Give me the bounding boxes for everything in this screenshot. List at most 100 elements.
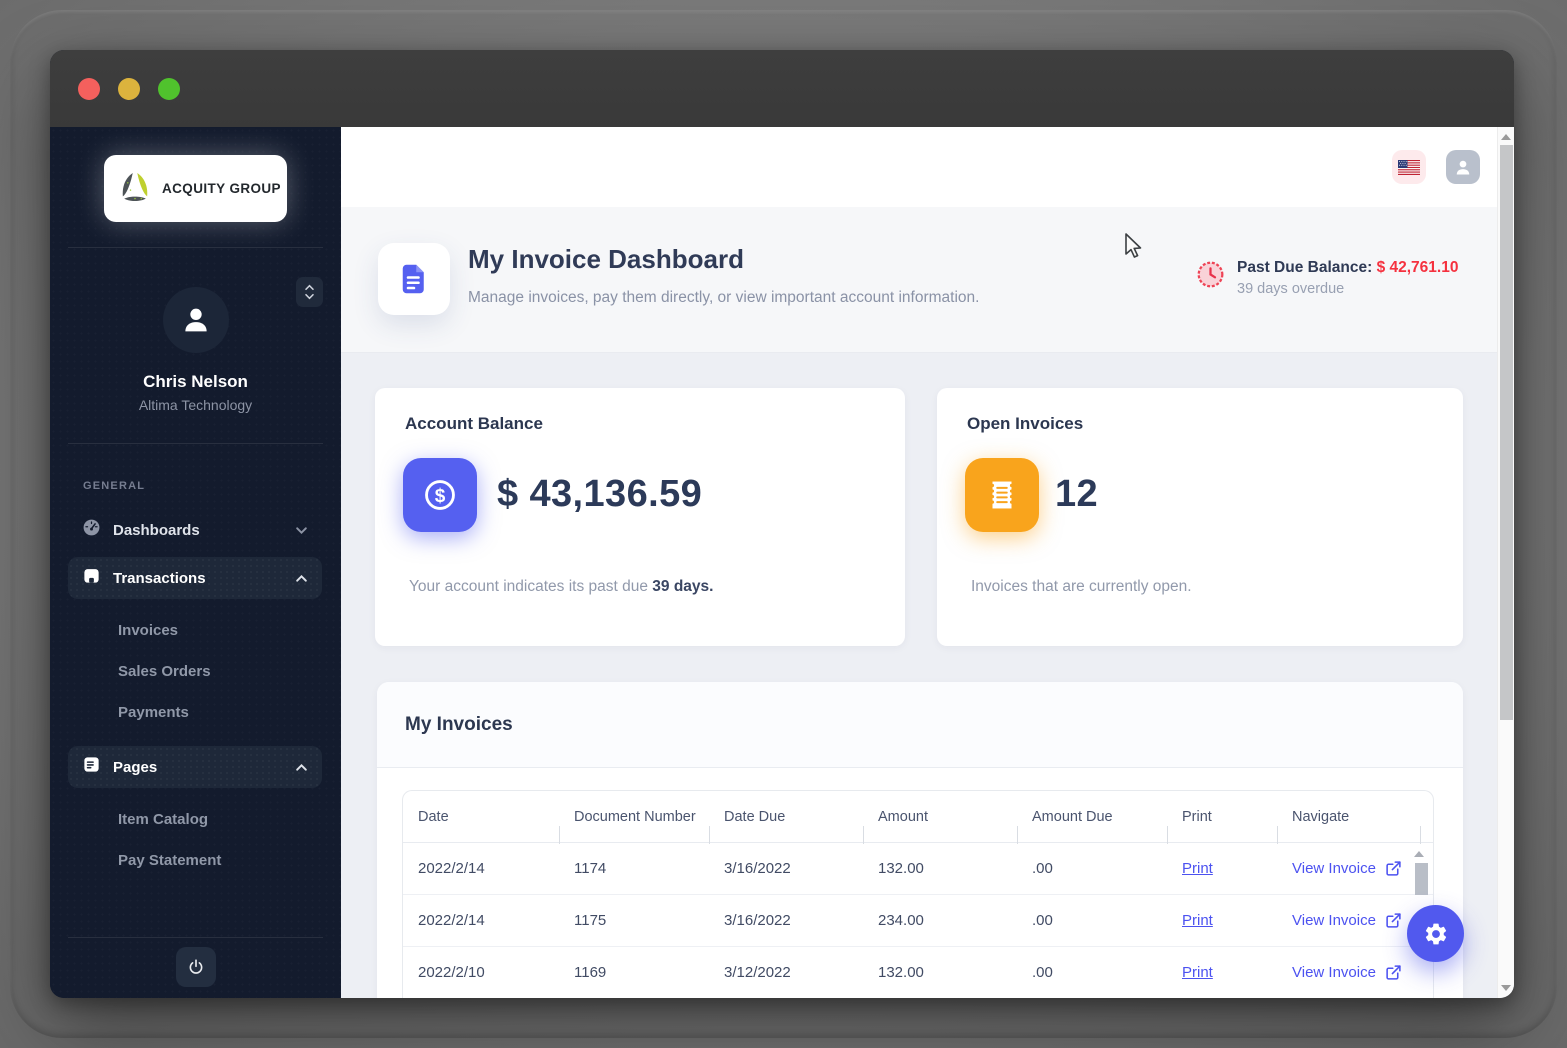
chevron-down-icon — [305, 293, 314, 300]
chevron-up-icon — [305, 284, 314, 291]
column-header-date-due[interactable]: Date Due — [709, 809, 863, 844]
page-title: My Invoice Dashboard — [468, 244, 744, 274]
scrollbar-up-arrow[interactable] — [1501, 134, 1511, 140]
open-invoices-card: Open Invoices 12 Invoices that are curre… — [937, 388, 1463, 646]
past-due-balance: Past Due Balance: $ 42,761.10 39 days ov… — [1197, 259, 1458, 297]
sidebar-divider — [68, 247, 323, 248]
card-title: Account Balance — [405, 414, 543, 433]
cell-amount-due: .00 — [1032, 964, 1053, 981]
my-invoices-panel: My Invoices Date Document Number Date Du… — [377, 682, 1463, 998]
page-subtitle: Manage invoices, pay them directly, or v… — [468, 289, 980, 306]
column-header-amount-due[interactable]: Amount Due — [1017, 809, 1167, 844]
invoices-table: Date Document Number Date Due Amount Amo… — [402, 790, 1434, 998]
sidebar-item-pay-statement[interactable]: Pay Statement — [118, 840, 221, 880]
table-scrollbar-thumb[interactable] — [1415, 863, 1428, 895]
person-icon — [185, 308, 207, 332]
minimize-window-button[interactable] — [118, 77, 140, 100]
cell-document-number: 1175 — [574, 912, 607, 929]
cell-amount-due: .00 — [1032, 860, 1053, 877]
page-scrollbar — [1497, 127, 1514, 998]
pages-list-icon — [82, 755, 101, 779]
cell-document-number: 1169 — [574, 964, 607, 981]
table-row: 2022/2/14 1175 3/16/2022 234.00 .00 Prin… — [403, 895, 1433, 947]
traffic-lights — [78, 77, 180, 100]
print-link[interactable]: Print — [1182, 912, 1213, 929]
person-icon — [1456, 160, 1470, 175]
cell-amount: 234.00 — [878, 912, 924, 929]
panel-title: My Invoices — [405, 713, 513, 735]
company-logo: ACQUITY GROUP — [104, 155, 287, 222]
sidebar-item-dashboards[interactable]: Dashboards — [68, 509, 322, 551]
main-content: My Invoice Dashboard Manage invoices, pa… — [341, 127, 1514, 998]
view-invoice-link[interactable]: View Invoice — [1292, 964, 1402, 981]
print-link[interactable]: Print — [1182, 964, 1213, 981]
receipt-icon — [965, 458, 1039, 532]
scrollbar-thumb[interactable] — [1500, 145, 1513, 720]
power-icon — [189, 959, 203, 974]
stat-cards-row: Account Balance $ $ 43,136.59 Your accou… — [375, 388, 1463, 646]
print-link[interactable]: Print — [1182, 860, 1213, 877]
account-balance-card: Account Balance $ $ 43,136.59 Your accou… — [375, 388, 905, 646]
external-link-icon — [1386, 913, 1401, 928]
table-row: 2022/2/10 1169 3/12/2022 132.00 .00 Prin… — [403, 947, 1433, 998]
external-link-icon — [1386, 965, 1401, 980]
cell-amount: 132.00 — [878, 860, 924, 877]
language-selector-button[interactable] — [1392, 150, 1426, 184]
column-header-print[interactable]: Print — [1167, 809, 1277, 844]
close-window-button[interactable] — [78, 77, 100, 100]
logout-power-button[interactable] — [176, 947, 216, 987]
settings-fab-button[interactable] — [1407, 905, 1464, 962]
view-invoice-label: View Invoice — [1292, 912, 1376, 929]
window-titlebar — [50, 50, 1514, 127]
cell-date-due: 3/16/2022 — [724, 860, 791, 877]
cell-date: 2022/2/14 — [418, 860, 485, 877]
invoice-document-icon — [402, 264, 424, 294]
note-text: Your account indicates its past due — [409, 578, 653, 595]
sidebar-divider — [68, 937, 323, 938]
chevron-up-icon — [296, 574, 307, 582]
sidebar-divider — [68, 443, 323, 444]
sidebar-item-label: Transactions — [113, 569, 206, 587]
column-header-navigate[interactable]: Navigate — [1277, 809, 1421, 844]
cell-amount-due: .00 — [1032, 912, 1053, 929]
sidebar: ACQUITY GROUP Chris Nelson Altima Techno… — [50, 127, 341, 998]
cell-date: 2022/2/10 — [418, 964, 485, 981]
scrollbar-down-arrow[interactable] — [1501, 985, 1511, 991]
dollar-coin-icon: $ — [403, 458, 477, 532]
profile-menu-button[interactable] — [1446, 150, 1480, 184]
account-switcher-stepper[interactable] — [296, 277, 323, 307]
table-scrollbar-up-arrow[interactable] — [1414, 851, 1424, 857]
sidebar-item-transactions[interactable]: Transactions — [68, 557, 322, 599]
overdue-clock-icon — [1197, 261, 1224, 288]
open-invoices-note: Invoices that are currently open. — [971, 578, 1192, 595]
cell-document-number: 1174 — [574, 860, 607, 877]
table-header-row: Date Document Number Date Due Amount Amo… — [403, 791, 1433, 844]
sidebar-section-label: GENERAL — [83, 480, 146, 492]
company-logo-text: ACQUITY GROUP — [162, 181, 281, 196]
column-header-document-number[interactable]: Document Number — [559, 809, 709, 844]
sidebar-item-payments[interactable]: Payments — [118, 692, 189, 732]
sidebar-item-invoices[interactable]: Invoices — [118, 610, 178, 650]
note-bold: 39 days. — [652, 578, 714, 595]
sidebar-item-item-catalog[interactable]: Item Catalog — [118, 799, 208, 839]
table-row: 2022/2/14 1174 3/16/2022 132.00 .00 Prin… — [403, 843, 1433, 895]
sidebar-item-pages[interactable]: Pages — [68, 746, 322, 788]
sidebar-item-label: Pages — [113, 758, 158, 776]
zoom-window-button[interactable] — [158, 77, 180, 100]
sidebar-item-label: Dashboards — [113, 521, 200, 539]
user-name: Chris Nelson — [143, 372, 248, 391]
cell-date-due: 3/16/2022 — [724, 912, 791, 929]
column-header-amount[interactable]: Amount — [863, 809, 1017, 844]
gear-icon — [1425, 923, 1446, 944]
wallet-icon — [82, 566, 101, 590]
view-invoice-label: View Invoice — [1292, 964, 1376, 981]
view-invoice-link[interactable]: View Invoice — [1292, 860, 1402, 877]
gauge-icon — [82, 518, 101, 542]
user-company: Altima Technology — [138, 397, 253, 413]
view-invoice-link[interactable]: View Invoice — [1292, 912, 1402, 929]
column-header-date[interactable]: Date — [403, 809, 559, 825]
sidebar-item-sales-orders[interactable]: Sales Orders — [118, 651, 211, 691]
topbar — [341, 127, 1514, 207]
past-due-label: Past Due Balance: — [1237, 259, 1377, 276]
chevron-up-icon — [296, 763, 307, 771]
